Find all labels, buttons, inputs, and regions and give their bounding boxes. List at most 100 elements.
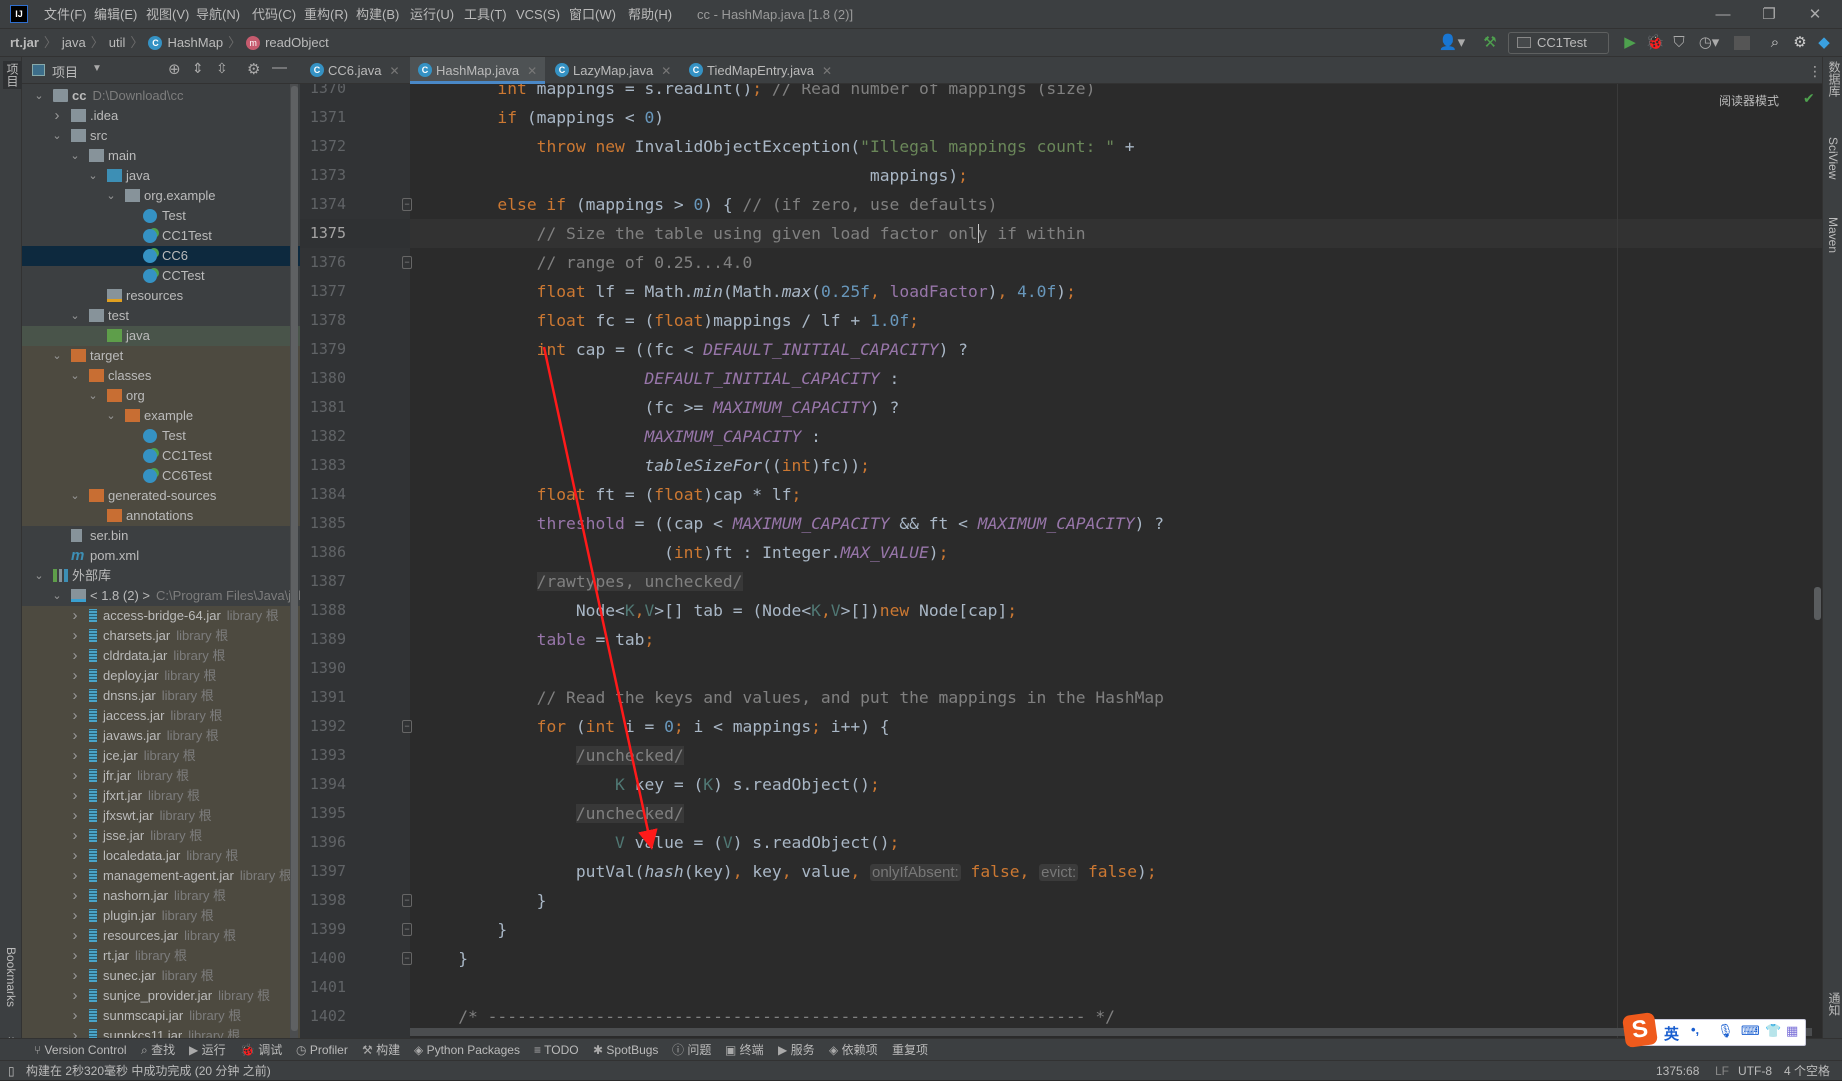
chevron-down-icon[interactable]: ⌄ [69, 486, 81, 506]
fold-marker-icon[interactable]: − [402, 952, 412, 965]
tree-item[interactable]: CCTest [22, 266, 300, 286]
chevron-right-icon[interactable]: › [69, 966, 81, 986]
tool-window-0[interactable]: ⑂ Version Control [34, 1039, 127, 1061]
chevron-right-icon[interactable]: › [69, 646, 81, 666]
tree-item[interactable]: › jfr.jar library 根 [22, 766, 300, 786]
tool-window-5[interactable]: ⚒ 构建 [362, 1039, 400, 1061]
chevron-right-icon[interactable]: › [69, 1026, 81, 1038]
tree-item[interactable]: › sunmscapi.jar library 根 [22, 1006, 300, 1026]
maven-tool-button[interactable]: Maven [1826, 217, 1840, 253]
tree-item[interactable]: › deploy.jar library 根 [22, 666, 300, 686]
chevron-down-icon[interactable]: ⌄ [51, 126, 63, 146]
tree-item[interactable]: › access-bridge-64.jar library 根 [22, 606, 300, 626]
tool-window-1[interactable]: ⌕ 查找 [141, 1039, 175, 1061]
tree-item[interactable]: CC1Test [22, 226, 300, 246]
tree-item[interactable]: › jfxswt.jar library 根 [22, 806, 300, 826]
chevron-right-icon[interactable]: › [51, 106, 63, 126]
chevron-down-icon[interactable]: ⌄ [33, 566, 45, 586]
tree-item[interactable]: › jaccess.jar library 根 [22, 706, 300, 726]
notifications-tool-button[interactable]: 通知 [1826, 992, 1842, 1016]
chevron-right-icon[interactable]: › [69, 986, 81, 1006]
menu-10[interactable]: 窗口(W) [563, 0, 622, 29]
tree-item[interactable]: Test [22, 206, 300, 226]
bookmarks-tool-button[interactable]: Bookmarks [4, 947, 18, 1007]
fold-marker-icon[interactable]: − [402, 198, 412, 211]
menu-4[interactable]: 代码(C) [246, 0, 302, 29]
tab-tiedmapentry-java[interactable]: C TiedMapEntry.java ✕ [681, 57, 840, 84]
tree-item[interactable]: › management-agent.jar library 根 [22, 866, 300, 886]
keyboard-icon[interactable]: ⌨ [1741, 1023, 1760, 1039]
tree-item[interactable]: m pom.xml [22, 546, 300, 566]
chevron-right-icon[interactable]: › [69, 846, 81, 866]
chevron-down-icon[interactable]: ⌄ [69, 306, 81, 326]
tree-item[interactable]: CC1Test [22, 446, 300, 466]
breadcrumb-hashmap[interactable]: HashMap [167, 29, 223, 57]
tool-window-8[interactable]: ✱ SpotBugs [593, 1039, 658, 1061]
breadcrumb-readobject[interactable]: readObject [265, 29, 329, 57]
tree-item[interactable]: › nashorn.jar library 根 [22, 886, 300, 906]
breadcrumb-java[interactable]: java [62, 29, 86, 57]
code-editor[interactable]: 1370 1371 1372 1373 1374 − 1375 1376 − 1377 1378 13… [300, 84, 1822, 1038]
hide-panel-icon[interactable]: — [272, 59, 287, 76]
chevron-down-icon[interactable]: ⌄ [69, 146, 81, 166]
tree-item[interactable]: CC6Test [22, 466, 300, 486]
build-hammer-icon[interactable]: ⚒ [1480, 33, 1500, 53]
minimize-button[interactable]: — [1700, 0, 1746, 29]
tree-item[interactable]: ⌄ test [22, 306, 300, 326]
tree-item[interactable]: ⌄ src [22, 126, 300, 146]
chevron-right-icon[interactable]: › [69, 786, 81, 806]
chevron-down-icon[interactable]: ⌄ [51, 586, 63, 606]
tab-hashmap-java[interactable]: C HashMap.java ✕ [410, 57, 546, 84]
tree-item[interactable]: › jsse.jar library 根 [22, 826, 300, 846]
run-configuration-select[interactable]: CC1Test ▼ [1508, 32, 1609, 70]
tool-window-4[interactable]: ◷ Profiler [296, 1039, 348, 1061]
tree-item[interactable]: › jce.jar library 根 [22, 746, 300, 766]
indent-setting[interactable]: 4 个空格 [1784, 1061, 1830, 1081]
chevron-right-icon[interactable]: › [69, 686, 81, 706]
chevron-right-icon[interactable]: › [69, 926, 81, 946]
project-panel-title[interactable]: 项目 [52, 62, 78, 81]
close-tab-icon[interactable]: ✕ [527, 64, 537, 78]
tree-item[interactable]: ⌄ org.example [22, 186, 300, 206]
tree-item[interactable]: › sunpkcs11.jar library 根 [22, 1026, 300, 1038]
tree-item[interactable]: annotations [22, 506, 300, 526]
chevron-right-icon[interactable]: › [69, 606, 81, 626]
coverage-icon[interactable]: ⛉ [1669, 33, 1689, 53]
chevron-right-icon[interactable]: › [69, 746, 81, 766]
collapse-all-icon[interactable]: ⇳ [216, 60, 228, 77]
tree-item[interactable]: CC6 [22, 246, 300, 266]
microphone-icon[interactable]: 🎙 [1717, 1023, 1734, 1039]
close-tab-icon[interactable]: ✕ [389, 64, 399, 78]
tree-item[interactable]: ser.bin [22, 526, 300, 546]
menu-5[interactable]: 重构(R) [298, 0, 354, 29]
more-options-icon[interactable]: ⋮ [1808, 63, 1822, 80]
chevron-right-icon[interactable]: › [69, 906, 81, 926]
tree-item[interactable]: Test [22, 426, 300, 446]
tree-item[interactable]: ⌄ classes [22, 366, 300, 386]
stop-icon[interactable] [1734, 36, 1750, 50]
reader-mode-toggle[interactable]: 阅读器模式 [1719, 92, 1779, 109]
menu-9[interactable]: VCS(S) [510, 0, 566, 29]
fold-marker-icon[interactable]: − [402, 256, 412, 269]
tool-window-9[interactable]: ⓘ 问题 [672, 1039, 711, 1061]
menu-11[interactable]: 帮助(H) [622, 0, 678, 29]
fold-marker-icon[interactable]: − [402, 923, 412, 936]
fold-marker-icon[interactable]: − [402, 894, 412, 907]
tree-item[interactable]: › rt.jar library 根 [22, 946, 300, 966]
chevron-right-icon[interactable]: › [69, 866, 81, 886]
database-tool-button[interactable]: 数据库 [1826, 61, 1842, 97]
toolbox-grid-icon[interactable]: ▦ [1786, 1023, 1798, 1039]
chevron-right-icon[interactable]: › [69, 886, 81, 906]
sciview-tool-button[interactable]: SciView [1826, 137, 1840, 179]
profiler-icon[interactable]: ◷▾ [1694, 33, 1724, 53]
tool-window-6[interactable]: ◈ Python Packages [414, 1039, 520, 1061]
tool-window-10[interactable]: ▣ 终端 [725, 1039, 764, 1061]
menu-7[interactable]: 运行(U) [404, 0, 460, 29]
ime-mode[interactable]: 英 [1664, 1023, 1679, 1044]
editor-horizontal-scrollbar[interactable] [410, 1028, 1812, 1036]
expand-all-icon[interactable]: ⇕ [192, 60, 204, 77]
menu-1[interactable]: 编辑(E) [88, 0, 143, 29]
chevron-down-icon[interactable]: ⌄ [87, 386, 99, 406]
tree-item[interactable]: ⌄ < 1.8 (2) > C:\Program Files\Java\jdk [22, 586, 300, 606]
menu-3[interactable]: 导航(N) [190, 0, 246, 29]
